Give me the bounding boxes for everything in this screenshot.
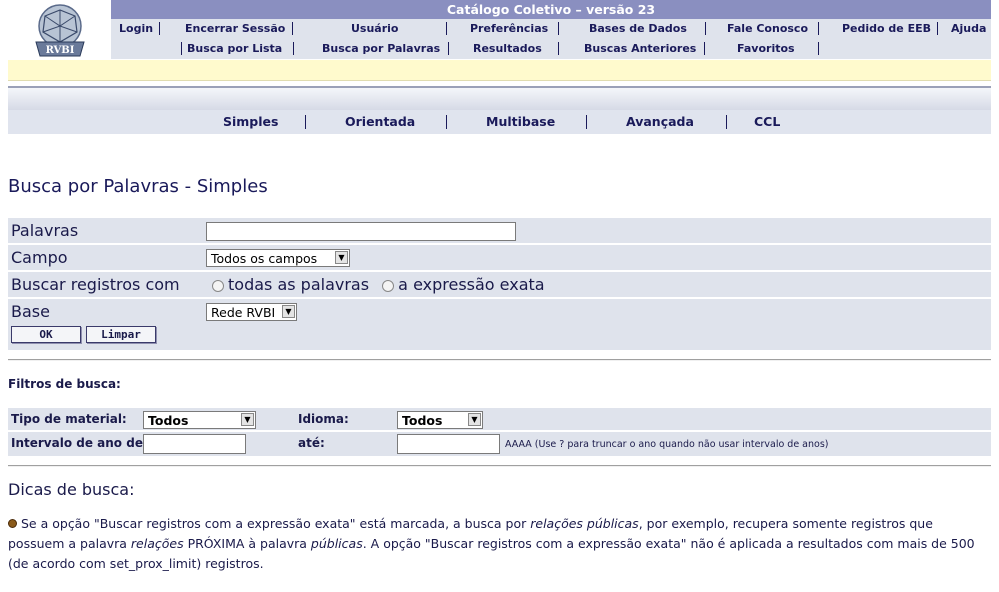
filters-heading: Filtros de busca:: [8, 377, 121, 391]
base-cell: Rede RVBI ▼: [203, 299, 991, 324]
menu-pedido-eeb[interactable]: Pedido de EEB: [842, 19, 931, 39]
form-row-campo: Campo Todos os campos ▼: [8, 245, 991, 270]
menu-ajuda[interactable]: Ajuda: [951, 19, 986, 39]
menu-separator: [705, 22, 706, 35]
form-row-buscar: Buscar registros com todas as palavras a…: [8, 272, 991, 297]
menu-login[interactable]: Login: [119, 19, 153, 39]
divider: [8, 359, 991, 361]
form-buttons: OK Limpar: [8, 324, 991, 350]
tipo-material-select[interactable]: Todos ▼: [143, 411, 256, 429]
tab-orientada[interactable]: Orientada: [345, 110, 415, 134]
menu-preferencias[interactable]: Preferências: [470, 19, 548, 39]
tab-separator: [446, 115, 447, 129]
palavras-cell: [203, 218, 991, 243]
menu-separator: [446, 22, 447, 35]
tab-multibase[interactable]: Multibase: [486, 110, 555, 134]
search-menu: Busca por Lista Busca por Palavras Resul…: [111, 39, 991, 59]
buscar-label: Buscar registros com: [8, 272, 203, 297]
menu-separator: [937, 22, 938, 35]
campo-select-value: Todos os campos: [211, 250, 318, 266]
menu-buscas-anteriores[interactable]: Buscas Anteriores: [584, 39, 696, 59]
chevron-down-icon: ▼: [335, 251, 348, 265]
menu-bases-de-dados[interactable]: Bases de Dados: [589, 19, 687, 39]
radio-expressao-exata-label[interactable]: a expressão exata: [398, 275, 544, 294]
menu-separator: [293, 42, 294, 55]
menu-fale-conosco[interactable]: Fale Conosco: [727, 19, 808, 39]
menu-usuario[interactable]: Usuário: [351, 19, 399, 39]
tip-text: PRÓXIMA à palavra: [183, 536, 311, 551]
tab-ccl[interactable]: CCL: [754, 110, 780, 134]
form-row-base: Base Rede RVBI ▼: [8, 299, 991, 324]
filters-row-2: Intervalo de ano de: até: AAAA (Use ? pa…: [8, 432, 991, 456]
chevron-down-icon: ▼: [241, 413, 254, 426]
palavras-label: Palavras: [8, 218, 203, 243]
tab-separator: [726, 115, 727, 129]
tab-simples[interactable]: Simples: [223, 110, 278, 134]
idioma-value: Todos: [402, 412, 443, 428]
form-row-palavras: Palavras: [8, 218, 991, 243]
radio-todas-palavras-label[interactable]: todas as palavras: [228, 275, 369, 294]
idioma-label: Idioma:: [298, 412, 349, 426]
tab-separator: [305, 115, 306, 129]
campo-select[interactable]: Todos os campos ▼: [206, 249, 350, 268]
tab-avancada[interactable]: Avançada: [626, 110, 694, 134]
bullet-icon: [8, 519, 17, 528]
base-select[interactable]: Rede RVBI ▼: [206, 303, 297, 322]
menu-separator: [181, 42, 182, 55]
idioma-select[interactable]: Todos ▼: [397, 411, 483, 429]
tip-example: relações públicas: [530, 516, 639, 531]
menu-separator: [159, 22, 160, 35]
ate-input[interactable]: [397, 434, 500, 454]
chevron-down-icon: ▼: [282, 305, 295, 319]
menu-busca-por-palavras[interactable]: Busca por Palavras: [322, 39, 440, 59]
tip-example: públicas: [310, 536, 363, 551]
menu-separator: [818, 22, 819, 35]
tipo-material-label: Tipo de material:: [11, 412, 127, 426]
ate-label: até:: [298, 436, 325, 450]
divider: [8, 465, 991, 467]
tips-heading: Dicas de busca:: [8, 480, 135, 499]
tip-text: Se a opção "Buscar registros com a expre…: [21, 516, 531, 531]
tip-example: relações: [130, 536, 184, 551]
menu-encerrar-sessao[interactable]: Encerrar Sessão: [185, 19, 285, 39]
radio-todas-palavras[interactable]: [212, 279, 224, 292]
menu-separator: [558, 42, 559, 55]
message-bar: [8, 60, 991, 81]
tab-separator: [586, 115, 587, 129]
menu-separator: [292, 22, 293, 35]
campo-label: Campo: [8, 245, 203, 270]
menu-favoritos[interactable]: Favoritos: [737, 39, 795, 59]
menu-resultados[interactable]: Resultados: [473, 39, 542, 59]
filters-row-1: Tipo de material: Todos ▼ Idioma: Todos …: [8, 408, 991, 430]
search-type-tabs: Simples Orientada Multibase Avançada CCL: [8, 110, 991, 134]
ano-hint: AAAA (Use ? para truncar o ano quando nã…: [505, 439, 829, 450]
tip-paragraph: Se a opção "Buscar registros com a expre…: [8, 514, 988, 574]
palavras-input[interactable]: [206, 221, 516, 241]
chevron-down-icon: ▼: [468, 413, 481, 426]
menu-separator: [704, 42, 705, 55]
ano-de-label: Intervalo de ano de:: [11, 436, 148, 450]
main-menu: Login Encerrar Sessão Usuário Preferênci…: [111, 19, 991, 39]
campo-cell: Todos os campos ▼: [203, 245, 991, 270]
rvbi-logo[interactable]: RVBI: [28, 2, 92, 60]
buscar-cell: todas as palavras a expressão exata: [203, 272, 991, 297]
tipo-material-value: Todos: [148, 412, 189, 428]
app-title: Catálogo Coletivo – versão 23: [111, 0, 991, 19]
menu-busca-por-lista[interactable]: Busca por Lista: [187, 39, 282, 59]
search-form: Palavras Campo Todos os campos ▼ Buscar …: [8, 216, 991, 326]
divider-bar: [8, 86, 991, 110]
base-select-value: Rede RVBI: [211, 304, 276, 320]
ano-de-input[interactable]: [143, 434, 246, 454]
base-label: Base: [8, 299, 203, 324]
menu-separator: [558, 22, 559, 35]
menu-separator: [448, 42, 449, 55]
ok-button[interactable]: OK: [11, 326, 81, 343]
page-title: Busca por Palavras - Simples: [8, 176, 268, 197]
menu-separator: [818, 42, 819, 55]
svg-text:RVBI: RVBI: [46, 45, 75, 56]
radio-expressao-exata[interactable]: [382, 279, 395, 292]
limpar-button[interactable]: Limpar: [86, 326, 156, 343]
